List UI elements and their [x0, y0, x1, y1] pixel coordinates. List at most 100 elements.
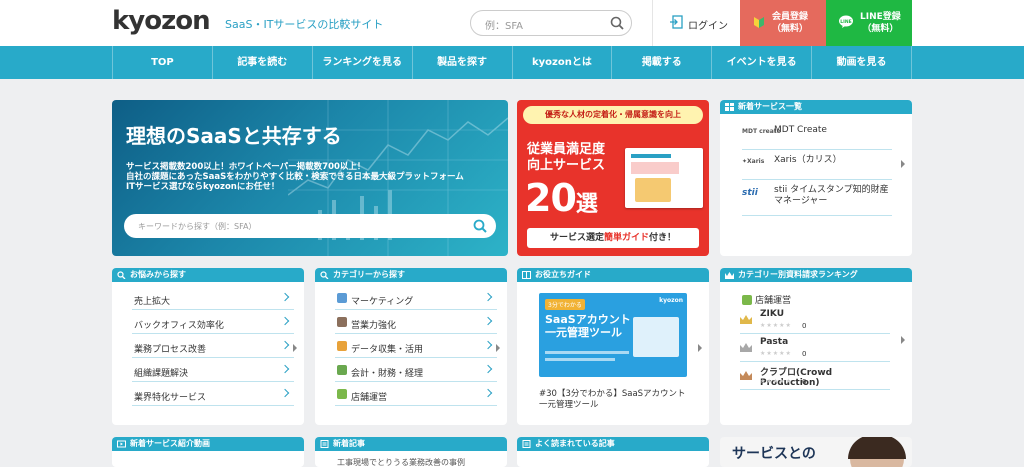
- chevron-right-icon: [483, 292, 493, 302]
- guide-card: お役立ちガイド 3分でわかる kyozon SaaSアカウント一元管理ツール #…: [517, 268, 709, 425]
- accounting-icon: [337, 365, 347, 375]
- login-button[interactable]: ログイン: [652, 0, 740, 46]
- worry-item[interactable]: 組織課題解決: [132, 358, 294, 382]
- category-item[interactable]: 会計・財務・経理: [335, 358, 497, 382]
- category-item[interactable]: 営業力強化: [335, 310, 497, 334]
- popular-title: よく読まれている記事: [535, 439, 615, 448]
- ranking-item[interactable]: クラブロ(Crowd Production) ★★★★★ 0: [740, 362, 890, 390]
- hero-search-input[interactable]: キーワードから探す（例：SFA）: [138, 221, 256, 232]
- articles-header: 新着記事: [315, 437, 507, 451]
- worry-item[interactable]: バックオフィス効率化: [132, 310, 294, 334]
- next-arrow-icon[interactable]: [496, 344, 500, 352]
- rating-score: 0: [802, 322, 807, 330]
- line-register-button[interactable]: LINE LINE登録 （無料）: [826, 0, 912, 46]
- rating-stars: ★★★★★: [760, 322, 792, 329]
- guide-badge: 3分でわかる: [545, 299, 585, 310]
- category-item[interactable]: マーケティング: [335, 286, 497, 310]
- category-item[interactable]: 店舗運営: [335, 382, 497, 406]
- document-icon: [522, 440, 531, 448]
- header-search-input[interactable]: 例：SFA: [485, 17, 523, 32]
- worries-title: お悩みから探す: [130, 270, 186, 279]
- register-button[interactable]: 会員登録 （無料）: [740, 0, 826, 46]
- next-arrow-icon[interactable]: [901, 160, 905, 168]
- new-service-item[interactable]: stii stii タイムスタンプ知的財産マネージャー: [742, 180, 892, 216]
- line-sub: （無料）: [862, 24, 899, 34]
- site-logo[interactable]: kyozon: [112, 6, 211, 36]
- hero-description: サービス掲載数200以上！ホワイトペーパー掲載数700以上！ 自社の課題にあった…: [126, 162, 506, 192]
- nav-ranking[interactable]: ランキングを見る: [311, 46, 412, 79]
- promo-title-line-2: 向上サービス: [527, 158, 606, 173]
- promo-count-unit: 選: [575, 192, 598, 217]
- guide-caption[interactable]: #30【3分でわかる】SaaSアカウント一元管理ツール: [539, 389, 689, 411]
- crown-icon: [725, 272, 734, 279]
- popular-header: よく読まれている記事: [517, 437, 709, 451]
- new-service-name: MDT Create: [774, 125, 827, 135]
- worry-item[interactable]: 業界特化サービス: [132, 382, 294, 406]
- rating-stars: ★★★★★: [760, 350, 792, 357]
- marketing-icon: [337, 293, 347, 303]
- chevron-right-icon: [483, 340, 493, 350]
- header-search[interactable]: 例：SFA: [470, 10, 632, 36]
- nav-videos[interactable]: 動画を見る: [811, 46, 912, 79]
- search-icon: [117, 271, 126, 279]
- next-arrow-icon[interactable]: [901, 336, 905, 344]
- ranking-title: カテゴリー別資料請求ランキング: [738, 270, 858, 279]
- line-icon: LINE: [839, 15, 853, 28]
- store-icon: [742, 295, 752, 305]
- hero-title: 理想のSaaSと共存する: [126, 124, 342, 148]
- nav-about[interactable]: kyozonとは: [511, 46, 612, 79]
- worry-item[interactable]: 業務プロセス改善: [132, 334, 294, 358]
- worries-card: お悩みから探す 売上拡大 バックオフィス効率化 業務プロセス改善 組織課題解決 …: [112, 268, 304, 425]
- bronze-crown-icon: [740, 371, 752, 380]
- promo-banner[interactable]: 優秀な人材の定着化・帰属意識を向上 従業員満足度 向上サービス 20選 サービス…: [517, 100, 709, 256]
- hero-line-3: ITサービス選びならkyozonにお任せ！: [126, 182, 280, 192]
- sales-icon: [337, 317, 347, 327]
- login-label: ログイン: [688, 21, 728, 32]
- ranking-item[interactable]: Pasta ★★★★★ 0: [740, 334, 890, 362]
- video-icon: [117, 440, 126, 448]
- chevron-right-icon: [483, 388, 493, 398]
- articles-title: 新着記事: [333, 439, 365, 448]
- search-icon[interactable]: [472, 218, 488, 234]
- new-service-item[interactable]: ✦Xaris Xaris（カリス）: [742, 150, 892, 180]
- next-arrow-icon[interactable]: [293, 344, 297, 352]
- register-label: 会員登録: [772, 12, 809, 22]
- nav-listing[interactable]: 掲載する: [611, 46, 711, 79]
- store-icon: [337, 389, 347, 399]
- new-services-header: 新着サービス一覧: [720, 100, 912, 114]
- rating-score: 0: [802, 350, 807, 358]
- search-icon[interactable]: [609, 15, 625, 31]
- guide-thumbnail[interactable]: 3分でわかる kyozon SaaSアカウント一元管理ツール: [539, 293, 687, 377]
- new-services-card: 新着サービス一覧 MDT create MDT Create ✦Xaris Xa…: [720, 100, 912, 256]
- ranking-category: 店舗運営: [742, 293, 791, 306]
- next-arrow-icon[interactable]: [698, 344, 702, 352]
- nav-top[interactable]: TOP: [112, 46, 212, 79]
- hero-search[interactable]: キーワードから探す（例：SFA）: [124, 214, 496, 238]
- new-service-item[interactable]: MDT create MDT Create: [742, 120, 892, 150]
- line-label: LINE登録: [860, 12, 901, 22]
- login-icon: [670, 15, 683, 29]
- worry-item[interactable]: 売上拡大: [132, 286, 294, 310]
- ranking-item[interactable]: ZIKU ★★★★★ 0: [740, 306, 890, 334]
- grid-icon: [725, 103, 734, 111]
- nav-articles[interactable]: 記事を読む: [211, 46, 312, 79]
- hero-banner: 理想のSaaSと共存する サービス掲載数200以上！ホワイトペーパー掲載数700…: [112, 100, 508, 256]
- chevron-right-icon: [280, 388, 290, 398]
- categories-card: カテゴリーから探す マーケティング 営業力強化 データ収集・活用 会計・財務・経…: [315, 268, 507, 425]
- article-snippet[interactable]: 工事現場でとりうる業務改善の事例: [337, 457, 487, 467]
- data-icon: [337, 341, 347, 351]
- promo-tagline: 優秀な人材の定着化・帰属意識を向上: [523, 106, 703, 124]
- guide-title: お役立ちガイド: [535, 270, 591, 279]
- promo-count-number: 20: [525, 176, 577, 220]
- ranking-header: カテゴリー別資料請求ランキング: [720, 268, 912, 282]
- nav-products[interactable]: 製品を探す: [411, 46, 512, 79]
- category-item[interactable]: データ収集・活用: [335, 334, 497, 358]
- worries-header: お悩みから探す: [112, 268, 304, 282]
- promo-title-line-1: 従業員満足度: [527, 142, 606, 157]
- guide-thumb-title: SaaSアカウント一元管理ツール: [545, 313, 631, 339]
- register-sub: （無料）: [772, 24, 809, 34]
- hero-line-2: 自社の課題にあったSaaSをわかりやすく比較・検索できる日本最大級プラットフォー…: [126, 172, 464, 182]
- chevron-right-icon: [280, 292, 290, 302]
- guide-header: お役立ちガイド: [517, 268, 709, 282]
- nav-events[interactable]: イベントを見る: [711, 46, 811, 79]
